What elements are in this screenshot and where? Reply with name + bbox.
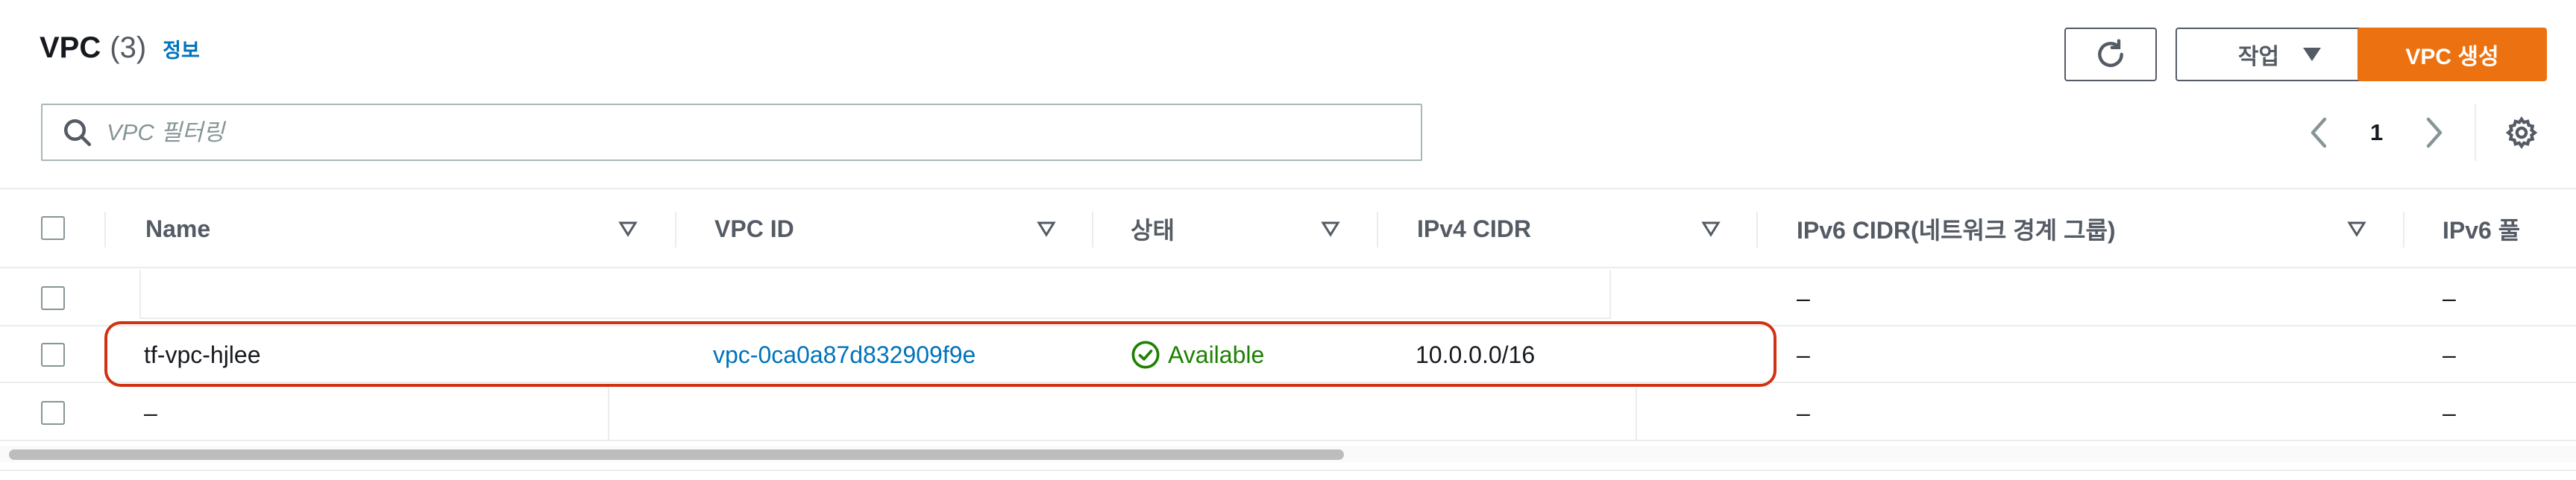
cell-ipv6-pool: – — [2443, 341, 2456, 368]
refresh-button[interactable] — [2064, 28, 2157, 81]
next-page-button[interactable] — [2424, 112, 2445, 154]
column-label: 상태 — [1131, 217, 1175, 244]
actions-dropdown[interactable]: 작업 — [2176, 28, 2385, 81]
pagination-divider — [2475, 104, 2476, 161]
create-vpc-label: VPC 생성 — [2405, 45, 2499, 69]
row-checkbox[interactable] — [41, 401, 65, 425]
search-icon — [63, 119, 92, 146]
cell-ipv4-cidr: 10.0.0.0/16 — [1416, 341, 1536, 368]
overlay-panel — [608, 388, 1637, 441]
column-label: IPv4 CIDR — [1417, 215, 1531, 242]
column-header-ipv6-pool[interactable]: IPv6 풀 — [2443, 189, 2520, 268]
vpc-id-link[interactable]: vpc-0ca0a87d832909f9e — [713, 326, 976, 383]
table-bottom-border — [0, 470, 2576, 471]
column-divider — [2403, 212, 2404, 247]
column-label: IPv6 풀 — [2443, 217, 2521, 244]
caret-down-icon — [2303, 48, 2322, 61]
gear-icon — [2505, 116, 2538, 149]
table-header: Name VPC ID 상태 IPv4 CIDR IPv6 CIDR(네트워크 … — [0, 189, 2576, 268]
column-divider — [1092, 212, 1093, 247]
refresh-icon — [2098, 39, 2123, 67]
resource-count: (3) — [110, 31, 147, 64]
previous-page-button[interactable] — [2308, 112, 2329, 154]
vpc-filter[interactable] — [41, 104, 1422, 161]
sort-icon[interactable] — [618, 219, 638, 239]
column-label: IPv6 CIDR(네트워크 경계 그룹) — [1797, 217, 2116, 244]
sort-icon[interactable] — [2347, 219, 2366, 239]
column-header-ipv4-cidr[interactable]: IPv4 CIDR — [1417, 189, 1531, 268]
column-header-ipv6-cidr[interactable]: IPv6 CIDR(네트워크 경계 그룹) — [1797, 189, 2116, 268]
preferences-button[interactable] — [2504, 112, 2539, 154]
current-page-number[interactable]: 1 — [2370, 112, 2383, 154]
column-label: Name — [145, 215, 211, 242]
chevron-right-icon — [2426, 117, 2443, 148]
filter-input[interactable] — [107, 119, 1375, 146]
page-header: VPC (3) 정보 — [40, 31, 200, 65]
scrollbar-thumb[interactable] — [9, 449, 1344, 460]
create-vpc-button[interactable]: VPC 생성 — [2357, 28, 2547, 81]
column-divider — [1756, 212, 1758, 247]
table-row[interactable]: tf-vpc-hjlee vpc-0ca0a87d832909f9e Avail… — [0, 326, 2576, 383]
cell-ipv6-pool: – — [2443, 284, 2456, 312]
info-link[interactable]: 정보 — [163, 34, 200, 63]
select-all-checkbox[interactable] — [41, 216, 65, 240]
sort-icon[interactable] — [1037, 219, 1056, 239]
status-text: Available — [1168, 341, 1265, 368]
cell-ipv6-pool: – — [2443, 399, 2456, 426]
chevron-left-icon — [2310, 117, 2327, 148]
column-header-name[interactable]: Name — [145, 189, 210, 268]
overlay-panel — [139, 270, 1611, 319]
cell-ipv6-cidr: – — [1797, 399, 1810, 426]
column-divider — [1377, 212, 1378, 247]
column-label: VPC ID — [714, 215, 794, 242]
column-header-status[interactable]: 상태 — [1131, 189, 1175, 268]
column-header-vpc-id[interactable]: VPC ID — [714, 189, 794, 268]
sort-icon[interactable] — [1701, 219, 1721, 239]
cell-name: tf-vpc-hjlee — [144, 341, 261, 368]
cell-ipv6-cidr: – — [1797, 341, 1810, 368]
row-checkbox[interactable] — [41, 286, 65, 310]
cell-name: – — [144, 399, 157, 426]
check-circle-icon — [1131, 341, 1160, 369]
cell-status: Available — [1131, 326, 1264, 383]
actions-label: 작업 — [2237, 45, 2280, 69]
sort-icon[interactable] — [1321, 219, 1340, 239]
column-divider — [675, 212, 676, 247]
cell-ipv6-cidr: – — [1797, 284, 1810, 312]
page-title: VPC — [40, 31, 101, 64]
column-divider — [104, 212, 106, 247]
row-checkbox[interactable] — [41, 343, 65, 367]
